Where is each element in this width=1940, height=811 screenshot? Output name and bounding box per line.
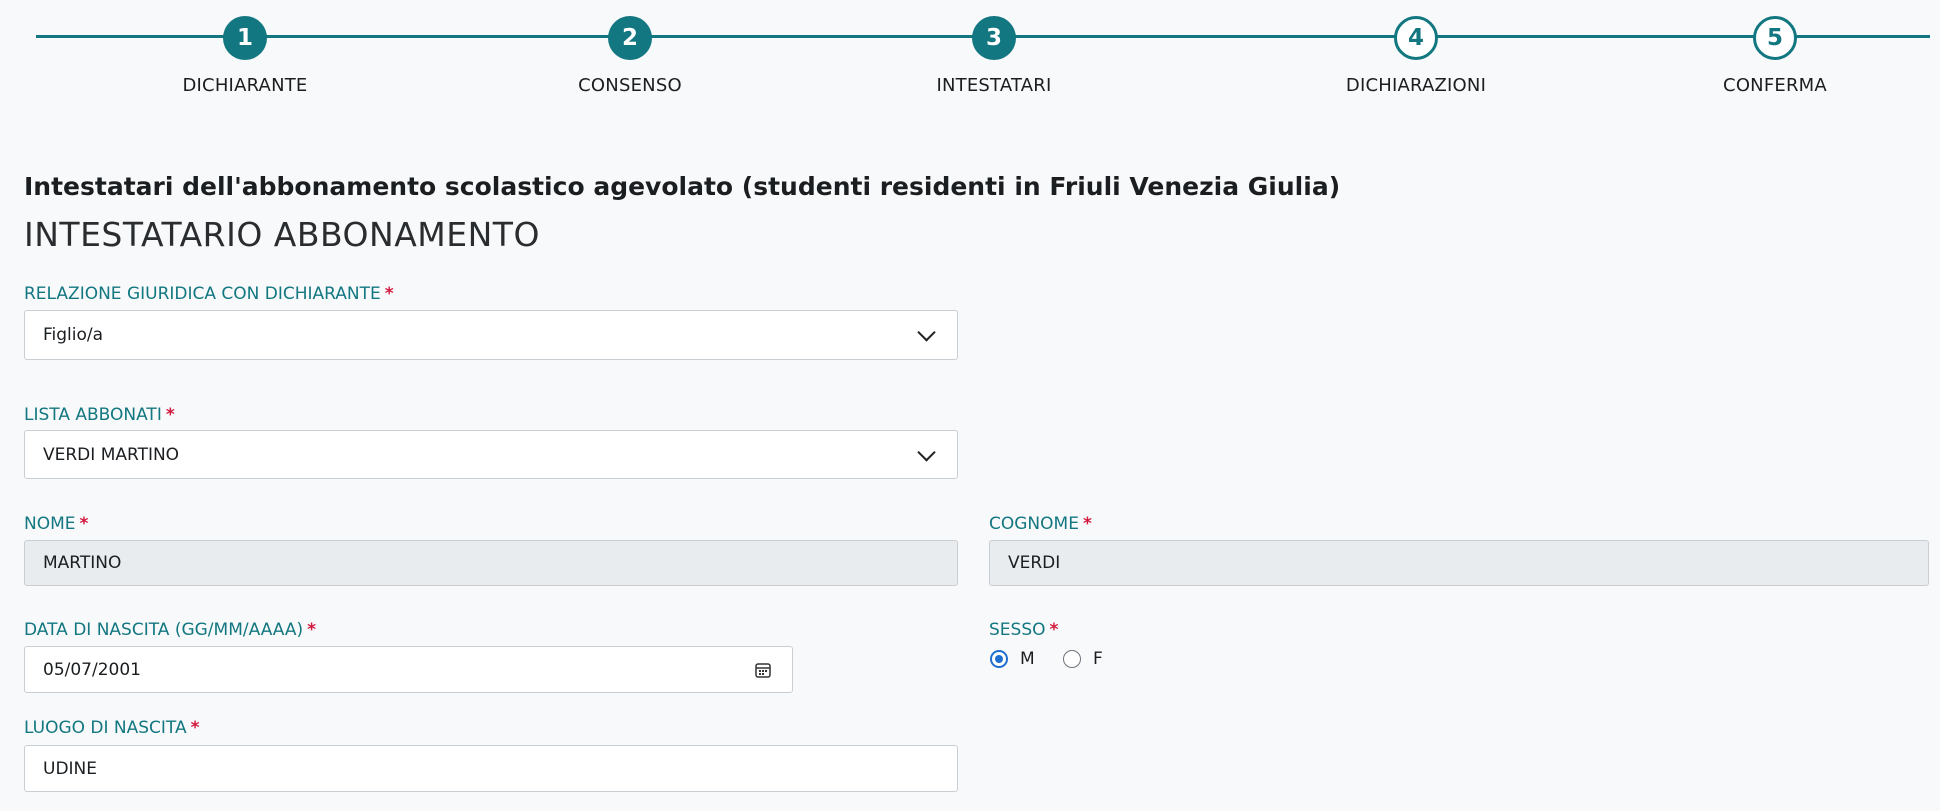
luogo-nascita-value: UDINE (43, 758, 98, 779)
luogo-nascita-label: LUOGO DI NASCITA * (24, 718, 200, 738)
nome-label-text: NOME (24, 514, 76, 534)
relazione-select-value: Figlio/a (43, 325, 104, 345)
progress-stepper: 1 DICHIARANTE 2 CONSENSO 3 INTESTATARI 4… (0, 0, 1940, 110)
luogo-nascita-input[interactable]: UDINE (24, 745, 958, 792)
cognome-field: VERDI (989, 540, 1929, 586)
relazione-label: RELAZIONE GIURIDICA CON DICHIARANTE * (24, 284, 394, 304)
required-marker: * (79, 514, 89, 534)
required-marker: * (190, 718, 200, 738)
relazione-label-text: RELAZIONE GIURIDICA CON DICHIARANTE (24, 284, 381, 304)
sesso-label-text: SESSO (989, 620, 1046, 640)
chevron-down-icon (917, 323, 936, 342)
data-nascita-value: 05/07/2001 (43, 659, 141, 680)
step-3-circle[interactable]: 3 (972, 16, 1016, 60)
lista-abbonati-label: LISTA ABBONATI * (24, 405, 175, 425)
sesso-radio-f[interactable]: F (1063, 649, 1103, 669)
sesso-radio-m-label: M (1020, 649, 1035, 669)
luogo-nascita-label-text: LUOGO DI NASCITA (24, 718, 187, 738)
required-marker: * (307, 620, 317, 640)
required-marker: * (1049, 620, 1059, 640)
nome-field: MARTINO (24, 540, 958, 586)
lista-abbonati-label-text: LISTA ABBONATI (24, 405, 162, 425)
subsection-title: INTESTATARIO ABBONAMENTO (24, 215, 540, 254)
step-2-label: CONSENSO (578, 75, 682, 96)
data-nascita-input[interactable]: 05/07/2001 (24, 646, 793, 693)
data-nascita-label-text: DATA DI NASCITA (GG/MM/AAAA) (24, 620, 304, 640)
relazione-select[interactable]: Figlio/a (24, 310, 958, 360)
sesso-radio-f-label: F (1093, 649, 1103, 669)
cognome-label: COGNOME * (989, 514, 1092, 534)
nome-field-value: MARTINO (43, 553, 122, 573)
step-4-label: DICHIARAZIONI (1345, 75, 1487, 96)
calendar-icon[interactable] (754, 661, 772, 679)
chevron-down-icon (917, 442, 936, 462)
cognome-field-value: VERDI (1008, 553, 1061, 573)
required-marker: * (165, 405, 175, 425)
radio-button-checked[interactable] (990, 650, 1008, 668)
step-1-circle[interactable]: 1 (223, 16, 267, 60)
required-marker: * (384, 284, 394, 304)
lista-abbonati-select[interactable]: VERDI MARTINO (24, 430, 958, 479)
step-4-circle[interactable]: 4 (1394, 16, 1438, 60)
step-2-circle[interactable]: 2 (608, 16, 652, 60)
step-1-label: DICHIARANTE (182, 75, 308, 96)
sesso-label: SESSO * (989, 620, 1058, 640)
data-nascita-label: DATA DI NASCITA (GG/MM/AAAA) * (24, 620, 316, 640)
step-3-label: INTESTATARI (936, 75, 1052, 96)
sesso-radio-m[interactable]: M (990, 649, 1035, 669)
section-title: Intestatari dell'abbonamento scolastico … (24, 172, 1341, 201)
step-5-label: CONFERMA (1723, 75, 1827, 96)
cognome-label-text: COGNOME (989, 514, 1079, 534)
step-5-circle[interactable]: 5 (1753, 16, 1797, 60)
radio-button-unchecked[interactable] (1063, 650, 1081, 668)
lista-abbonati-select-value: VERDI MARTINO (43, 444, 180, 465)
nome-label: NOME * (24, 514, 88, 534)
required-marker: * (1082, 514, 1092, 534)
